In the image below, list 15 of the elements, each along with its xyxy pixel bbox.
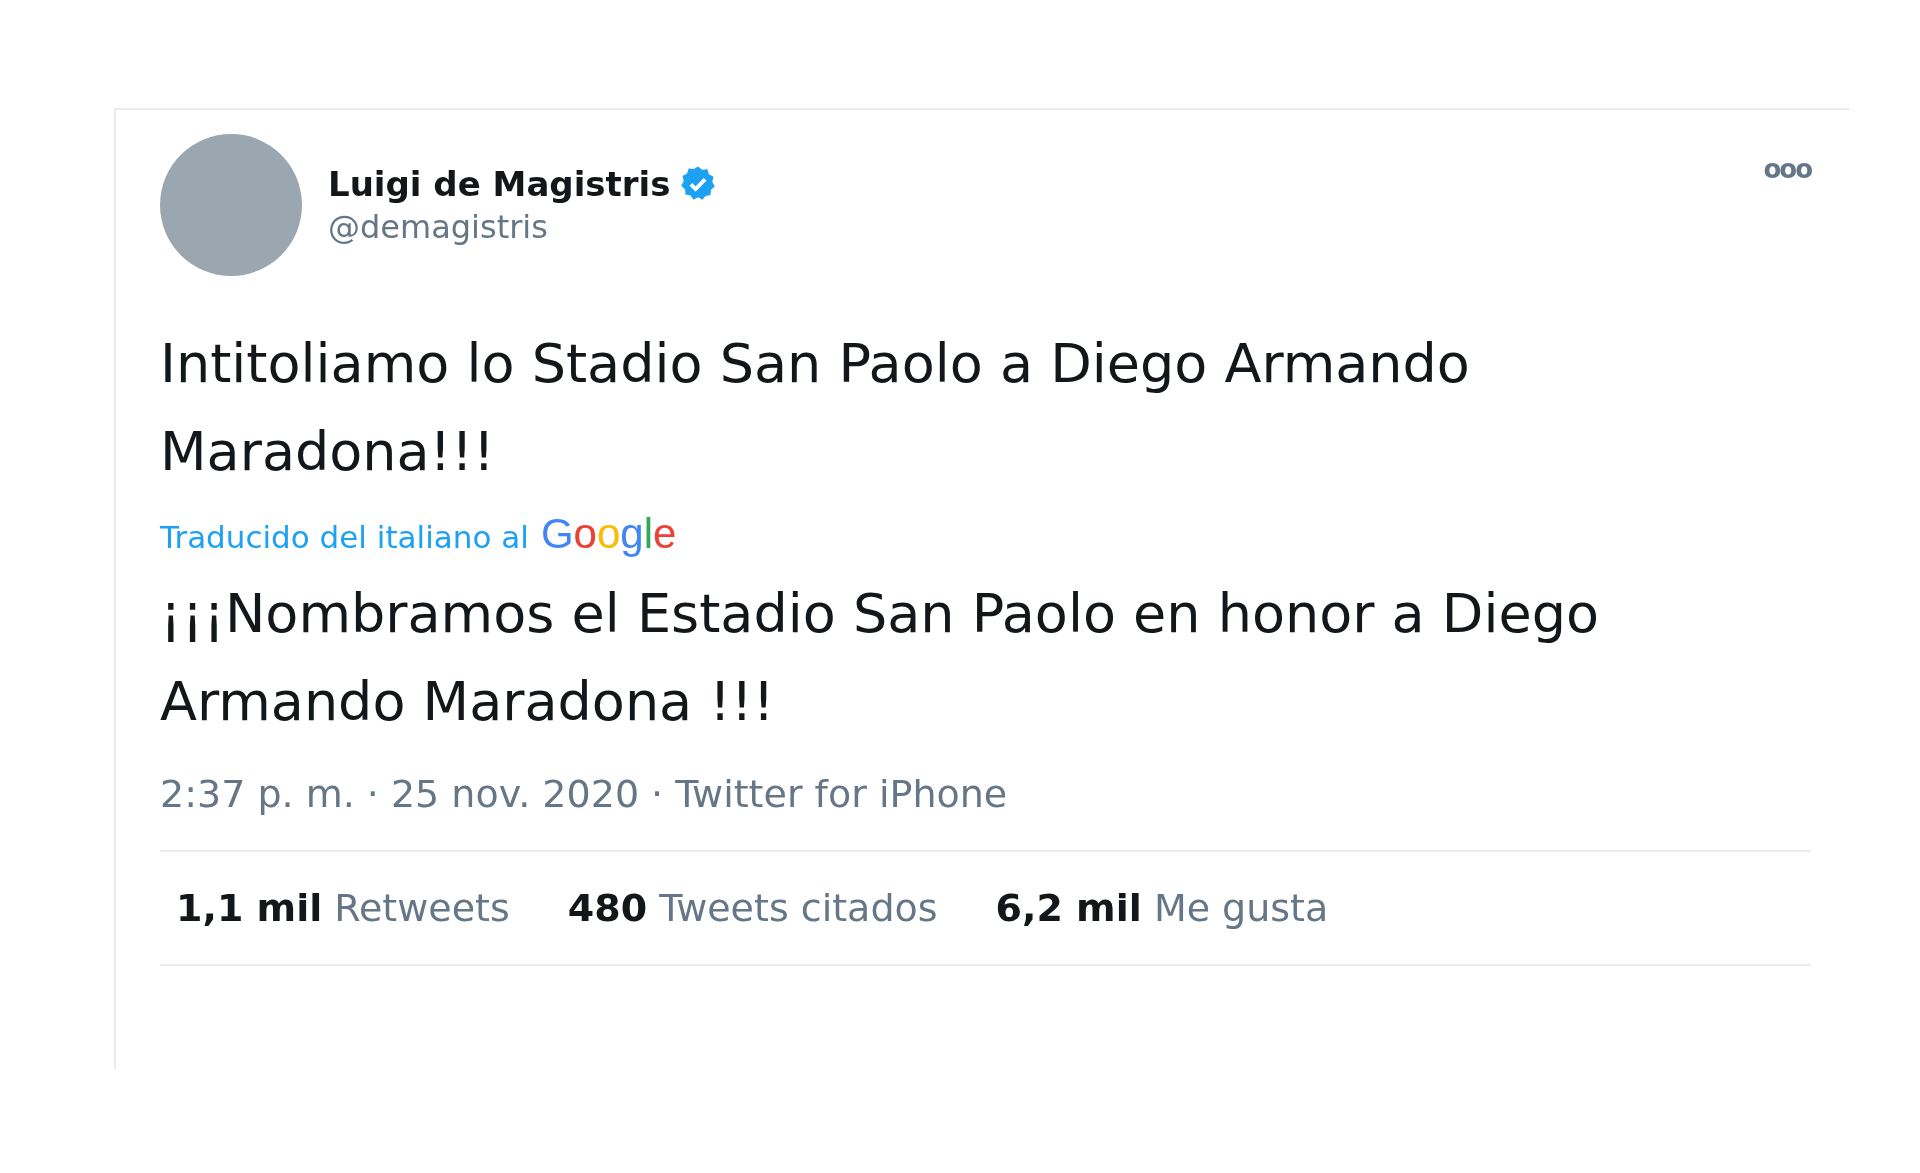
tweet-time[interactable]: 2:37 p. m. bbox=[160, 772, 355, 816]
stat-link[interactable]: 6,2 mil Me gusta bbox=[995, 886, 1329, 930]
tweet-source[interactable]: Twitter for iPhone bbox=[675, 772, 1008, 816]
author-handle[interactable]: @demagistris bbox=[328, 208, 1738, 246]
separator-dot: · bbox=[651, 772, 664, 816]
author-name[interactable]: Luigi de Magistris bbox=[328, 164, 671, 204]
google-logo: Google bbox=[540, 510, 677, 558]
tweet-date[interactable]: 25 nov. 2020 bbox=[390, 772, 640, 816]
separator-dot: · bbox=[366, 772, 379, 816]
translation-link[interactable]: Traducido del italiano al bbox=[160, 519, 529, 555]
translated-text: ¡¡¡Nombramos el Estadio San Paolo en honor a Diego Armando Maradona !!! bbox=[160, 581, 1600, 735]
tweet-text: Intitoliamo lo Stadio San Paolo a Diego Armando Maradona!!! bbox=[160, 331, 1471, 485]
stat-link[interactable]: 1,1 mil Retweets bbox=[176, 886, 510, 930]
more-options-button[interactable]: ooo bbox=[1763, 154, 1811, 184]
stat-link[interactable]: 480 Tweets citados bbox=[567, 886, 938, 930]
